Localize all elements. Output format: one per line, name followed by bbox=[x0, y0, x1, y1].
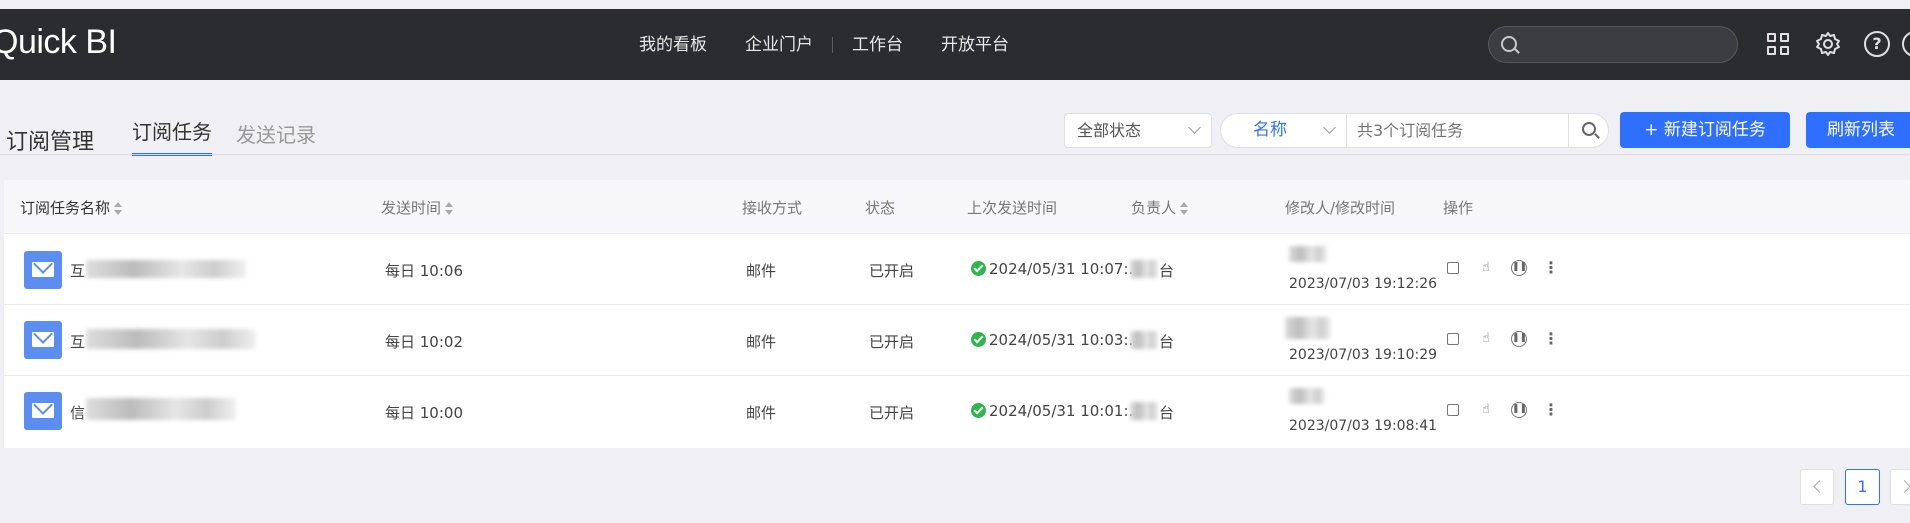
new-subscription-button[interactable]: + 新建订阅任务 bbox=[1620, 112, 1790, 148]
subscription-table: 订阅任务名称 发送时间 接收方式 状态 上次发送时间 负责人 修改人/修改时间 … bbox=[4, 180, 1910, 448]
status-text: 已开启 bbox=[869, 262, 915, 280]
edit-icon[interactable] bbox=[1447, 262, 1459, 274]
task-name[interactable]: 互 bbox=[70, 331, 85, 352]
tab-divider bbox=[0, 154, 1910, 155]
delivery-method: 邮件 bbox=[746, 333, 777, 351]
pause-icon[interactable]: ❚❚ bbox=[1511, 331, 1527, 347]
search-icon bbox=[1582, 122, 1596, 136]
more-icon[interactable]: ⋮ bbox=[1543, 402, 1559, 418]
filter-field-select[interactable]: 名称 bbox=[1221, 114, 1347, 147]
tab-send-records[interactable]: 发送记录 bbox=[236, 119, 316, 156]
redacted-text bbox=[1130, 331, 1158, 349]
hand-pointer-icon[interactable]: ☝ bbox=[1478, 402, 1494, 418]
name-filter-group: 名称 bbox=[1220, 113, 1609, 148]
mail-icon bbox=[24, 392, 62, 430]
nav-my-dashboard[interactable]: 我的看板 bbox=[620, 33, 726, 57]
chevron-down-icon bbox=[1188, 121, 1201, 134]
table-row[interactable]: 互 每日 10:06 邮件 已开启 2024/05/31 10:07:... 台… bbox=[4, 234, 1910, 305]
success-check-icon bbox=[971, 403, 986, 418]
owner: 台 bbox=[1159, 333, 1175, 351]
modified-time: 2023/07/03 19:10:29 bbox=[1289, 347, 1438, 363]
search-button[interactable] bbox=[1568, 114, 1608, 147]
edit-icon[interactable] bbox=[1447, 404, 1459, 416]
success-check-icon bbox=[971, 332, 986, 347]
col-last-sent: 上次发送时间 bbox=[967, 199, 1058, 217]
last-sent-time: 2024/05/31 10:03:... bbox=[971, 331, 1143, 349]
gear-icon[interactable] bbox=[1815, 31, 1841, 57]
send-time: 每日 10:02 bbox=[385, 333, 463, 351]
mail-icon bbox=[24, 321, 62, 359]
redacted-text bbox=[1130, 260, 1158, 278]
redacted-text bbox=[1289, 246, 1327, 262]
pause-icon[interactable]: ❚❚ bbox=[1511, 402, 1527, 418]
pagination-next-button[interactable] bbox=[1890, 469, 1910, 505]
help-icon[interactable]: ? bbox=[1864, 31, 1890, 57]
more-icon[interactable]: ⋮ bbox=[1543, 260, 1559, 276]
top-bar: Quick BI 我的看板 企业门户 工作台 开放平台 ? bbox=[0, 9, 1910, 80]
global-search-input[interactable] bbox=[1488, 26, 1738, 63]
owner: 台 bbox=[1159, 262, 1175, 280]
search-icon bbox=[1501, 36, 1517, 52]
sort-icon[interactable] bbox=[114, 201, 123, 216]
delivery-method: 邮件 bbox=[746, 404, 777, 422]
tab-subscription-tasks[interactable]: 订阅任务 bbox=[132, 116, 213, 156]
nav-workbench[interactable]: 工作台 bbox=[833, 33, 922, 57]
sort-icon[interactable] bbox=[445, 201, 454, 216]
col-task-name[interactable]: 订阅任务名称 bbox=[20, 197, 123, 218]
apps-grid-icon[interactable] bbox=[1765, 31, 1791, 57]
app-logo[interactable]: Quick BI bbox=[0, 23, 117, 62]
task-name[interactable]: 互 bbox=[70, 260, 85, 281]
more-icon[interactable]: ⋮ bbox=[1543, 331, 1559, 347]
modified-time: 2023/07/03 19:12:26 bbox=[1289, 276, 1438, 292]
nav-enterprise-portal[interactable]: 企业门户 bbox=[726, 33, 832, 57]
table-row[interactable]: 互 每日 10:02 邮件 已开启 2024/05/31 10:03:... 台… bbox=[4, 305, 1910, 376]
redacted-text bbox=[86, 260, 246, 278]
task-search-input[interactable] bbox=[1357, 114, 1557, 147]
col-status: 状态 bbox=[865, 199, 896, 217]
col-actions: 操作 bbox=[1443, 199, 1474, 217]
sort-icon[interactable] bbox=[1180, 201, 1189, 216]
table-row[interactable]: 信 每日 10:00 邮件 已开启 2024/05/31 10:01:... 台… bbox=[4, 376, 1910, 447]
pause-icon[interactable]: ❚❚ bbox=[1511, 260, 1527, 276]
owner: 台 bbox=[1159, 404, 1175, 422]
modified-time: 2023/07/03 19:08:41 bbox=[1289, 418, 1438, 434]
pagination-page-button[interactable]: 1 bbox=[1845, 469, 1880, 505]
send-time: 每日 10:06 bbox=[385, 262, 463, 280]
edit-icon[interactable] bbox=[1447, 333, 1459, 345]
page-tabs: 订阅管理 订阅任务 发送记录 bbox=[6, 116, 340, 156]
status-text: 已开启 bbox=[869, 333, 915, 351]
task-name[interactable]: 信 bbox=[70, 402, 85, 423]
status-text: 已开启 bbox=[869, 404, 915, 422]
user-avatar-icon[interactable] bbox=[1902, 31, 1910, 57]
redacted-text bbox=[86, 329, 256, 349]
pagination-prev-button[interactable] bbox=[1800, 469, 1834, 505]
send-time: 每日 10:00 bbox=[385, 404, 463, 422]
success-check-icon bbox=[971, 261, 986, 276]
page-title: 订阅管理 bbox=[6, 130, 95, 155]
redacted-text bbox=[1285, 317, 1331, 339]
top-nav: 我的看板 企业门户 工作台 开放平台 bbox=[620, 33, 1028, 57]
hand-pointer-icon[interactable]: ☝ bbox=[1478, 260, 1494, 276]
table-header: 订阅任务名称 发送时间 接收方式 状态 上次发送时间 负责人 修改人/修改时间 … bbox=[4, 180, 1910, 234]
redacted-text bbox=[1289, 388, 1325, 404]
last-sent-time: 2024/05/31 10:01:... bbox=[971, 402, 1143, 420]
last-sent-time: 2024/05/31 10:07:... bbox=[971, 260, 1143, 278]
filter-field-value: 名称 bbox=[1253, 120, 1287, 140]
col-method: 接收方式 bbox=[742, 199, 803, 217]
refresh-list-button[interactable]: 刷新列表 bbox=[1806, 112, 1910, 148]
delivery-method: 邮件 bbox=[746, 262, 777, 280]
col-send-time[interactable]: 发送时间 bbox=[381, 197, 454, 218]
status-filter-value: 全部状态 bbox=[1077, 121, 1142, 140]
redacted-text bbox=[1130, 402, 1158, 420]
col-modified: 修改人/修改时间 bbox=[1285, 199, 1396, 217]
redacted-text bbox=[86, 398, 236, 420]
mail-icon bbox=[24, 251, 62, 289]
status-filter-select[interactable]: 全部状态 bbox=[1064, 113, 1212, 148]
col-owner[interactable]: 负责人 bbox=[1131, 197, 1189, 218]
chevron-down-icon bbox=[1323, 121, 1336, 134]
nav-open-platform[interactable]: 开放平台 bbox=[922, 33, 1028, 57]
hand-pointer-icon[interactable]: ☝ bbox=[1478, 331, 1494, 347]
